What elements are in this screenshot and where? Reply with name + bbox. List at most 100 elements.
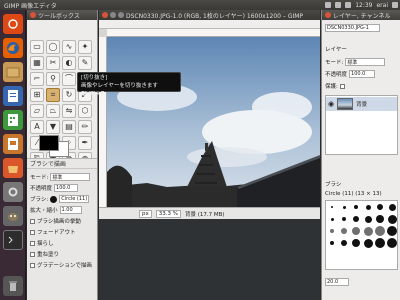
ellipse-select-icon[interactable]: ◯ — [46, 40, 60, 54]
brush-preview[interactable] — [364, 215, 372, 223]
perspective-icon[interactable]: ⏢ — [46, 104, 60, 118]
close-icon[interactable] — [325, 12, 331, 18]
image-select[interactable]: DSCN0330.JPG-1 — [325, 24, 380, 32]
scissors-icon[interactable]: ✂ — [46, 56, 60, 70]
firefox-icon[interactable] — [3, 38, 23, 58]
libreoffice-impress-icon[interactable] — [3, 134, 23, 154]
blend-icon[interactable]: ▤ — [62, 120, 76, 134]
mode-select[interactable]: 標準 — [50, 173, 91, 181]
spacing-field[interactable]: 20.0 — [325, 278, 349, 286]
layer-item[interactable]: ◉ 背景 — [326, 97, 397, 111]
crop-icon[interactable]: ⌗ — [46, 88, 60, 102]
maximize-icon[interactable] — [118, 12, 124, 18]
smooth-checkbox[interactable] — [30, 251, 35, 257]
brush-preview[interactable] — [377, 204, 383, 210]
power-icon[interactable] — [392, 2, 398, 8]
lock-pixels-checkbox[interactable] — [339, 83, 345, 89]
brush-preview[interactable] — [341, 228, 347, 234]
foreground-color-swatch[interactable] — [39, 135, 59, 151]
libreoffice-calc-icon[interactable] — [3, 110, 23, 130]
color-picker-icon[interactable]: ⌐ — [30, 72, 44, 86]
brush-preview[interactable] — [330, 217, 334, 221]
brush-preview[interactable] — [375, 226, 385, 236]
zoom-icon[interactable]: ⚲ — [46, 72, 60, 86]
brush-preview[interactable] — [353, 216, 359, 222]
close-icon[interactable] — [102, 12, 108, 18]
gimp-icon[interactable] — [3, 206, 23, 226]
vertical-ruler[interactable] — [99, 37, 107, 207]
flip-icon[interactable]: ⇋ — [62, 104, 76, 118]
brush-preview[interactable] — [376, 215, 384, 223]
user-name[interactable]: erai — [376, 2, 388, 9]
text-icon[interactable]: A — [30, 120, 44, 134]
incremental-row[interactable]: 重ね塗り — [30, 250, 59, 258]
brush-preview[interactable] — [387, 238, 397, 248]
trash-icon[interactable] — [3, 276, 23, 296]
free-select-icon[interactable]: ∿ — [62, 40, 76, 54]
brush-preview[interactable] — [387, 214, 397, 224]
bucket-fill-icon[interactable]: ▼ — [46, 120, 60, 134]
rect-select-icon[interactable]: ▭ — [30, 40, 44, 54]
gradient-row[interactable]: グラデーションで描画 — [30, 261, 92, 269]
pencil-icon[interactable]: ✏ — [78, 120, 92, 134]
jitter-row[interactable]: 揺らし — [30, 239, 54, 247]
brush-preview[interactable] — [363, 226, 373, 236]
brush-preview[interactable] — [354, 205, 358, 209]
layers-tab[interactable]: レイヤー — [325, 45, 347, 53]
libreoffice-writer-icon[interactable] — [3, 86, 23, 106]
fuzzy-select-icon[interactable]: ✦ — [78, 40, 92, 54]
foreground-select-icon[interactable]: ◐ — [62, 56, 76, 70]
opacity-field[interactable]: 100.0 — [54, 184, 79, 192]
brush-preview-icon[interactable] — [50, 195, 58, 203]
shear-icon[interactable]: ▱ — [30, 104, 44, 118]
brush-dynamics-expander[interactable] — [30, 218, 35, 224]
mail-icon[interactable] — [335, 2, 342, 8]
horizontal-ruler[interactable] — [107, 29, 320, 37]
files-icon[interactable] — [3, 62, 23, 82]
brush-preview[interactable] — [330, 241, 334, 245]
network-icon[interactable] — [325, 2, 332, 8]
align-icon[interactable]: ⊞ — [30, 88, 44, 102]
rotate-icon[interactable]: ↻ — [62, 88, 76, 102]
color-select-icon[interactable]: ▦ — [30, 56, 44, 70]
ubuntu-logo-icon[interactable] — [3, 14, 23, 34]
brush-preview[interactable] — [388, 203, 396, 211]
cage-icon[interactable]: ⬡ — [78, 104, 92, 118]
brush-preview[interactable] — [342, 205, 346, 209]
clock[interactable]: 12:39 — [355, 2, 372, 9]
terminal-icon[interactable] — [3, 230, 23, 250]
measure-icon[interactable]: ⌒ — [62, 72, 76, 86]
scale-field[interactable]: 1.00 — [59, 206, 82, 214]
fade-out-checkbox[interactable] — [30, 229, 35, 235]
brush-preview[interactable] — [331, 206, 333, 208]
brush-preview[interactable] — [365, 204, 371, 210]
jitter-checkbox[interactable] — [30, 240, 35, 246]
canvas[interactable] — [107, 37, 320, 207]
eye-icon[interactable]: ◉ — [328, 100, 334, 108]
minimize-icon[interactable] — [110, 12, 116, 18]
ink-icon[interactable]: ✒ — [78, 136, 92, 150]
volume-icon[interactable] — [345, 2, 352, 8]
brush-panel-title[interactable]: ブラシ — [325, 180, 341, 188]
brush-preview[interactable] — [352, 227, 360, 235]
close-icon[interactable] — [30, 12, 36, 18]
paths-icon[interactable]: ✎ — [78, 56, 92, 70]
brush-preview[interactable] — [342, 217, 346, 221]
brush-preview[interactable] — [330, 229, 334, 233]
gradient-checkbox[interactable] — [30, 262, 35, 268]
brush-dynamics-row[interactable]: ブラシ描画の挙動 — [30, 217, 81, 225]
brush-preview[interactable] — [341, 240, 347, 246]
unit-select[interactable]: px — [139, 209, 152, 218]
brush-preview[interactable] — [363, 238, 373, 248]
brush-name-field[interactable]: Circle (11) — [59, 195, 90, 203]
software-center-icon[interactable] — [3, 158, 23, 178]
brush-preview[interactable] — [375, 238, 385, 248]
zoom-select[interactable]: 33.3 % — [155, 209, 181, 218]
layer-opacity-field[interactable]: 100.0 — [349, 70, 376, 78]
layer-mode-select[interactable]: 標準 — [345, 58, 386, 66]
brush-preview[interactable] — [352, 239, 360, 247]
brush-preview[interactable] — [387, 226, 397, 236]
fade-out-row[interactable]: フェードアウト — [30, 228, 76, 236]
layer-name[interactable]: 背景 — [356, 100, 367, 108]
settings-icon[interactable] — [3, 182, 23, 202]
